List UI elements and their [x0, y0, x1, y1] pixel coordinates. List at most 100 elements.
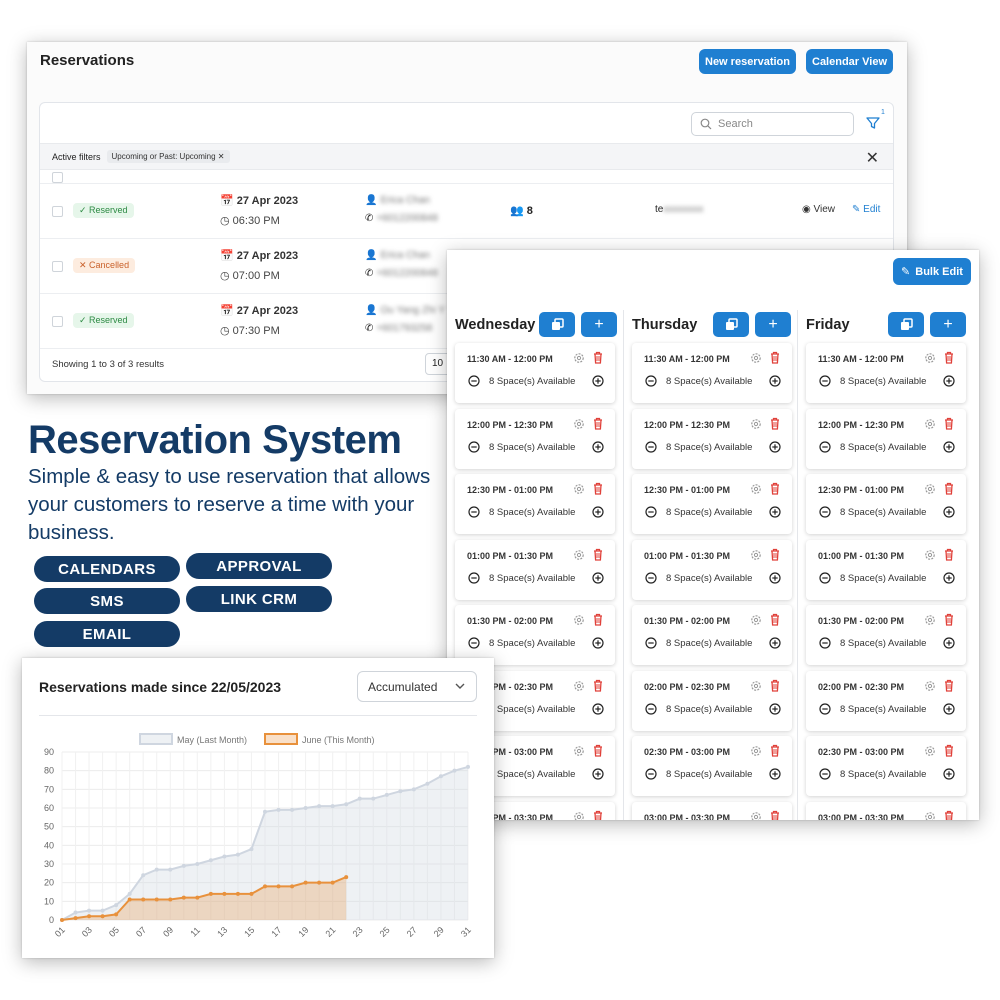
- trash-icon[interactable]: [943, 613, 955, 626]
- gear-icon[interactable]: [750, 811, 762, 821]
- trash-icon[interactable]: [943, 417, 955, 430]
- plus-circle-icon[interactable]: [592, 571, 604, 584]
- table-row[interactable]: ✓ Reserved 📅 27 Apr 2023 ◷ 06:30 PM 👤 Er…: [40, 183, 893, 238]
- time-slot-card[interactable]: 12:00 PM - 12:30 PM 8 Space(s) Available: [806, 408, 966, 469]
- plus-circle-icon[interactable]: [592, 637, 604, 649]
- plus-circle-icon[interactable]: [769, 768, 781, 780]
- time-slot-card[interactable]: 01:00 PM - 01:30 PM 8 Space(s) Available: [632, 539, 792, 600]
- time-slot-card[interactable]: 11:30 AM - 12:00 PM 8 Space(s) Available: [455, 343, 615, 403]
- plus-circle-icon[interactable]: [769, 637, 781, 649]
- gear-icon[interactable]: [924, 418, 936, 430]
- copy-day-button[interactable]: [888, 312, 924, 337]
- trash-icon[interactable]: [769, 417, 781, 430]
- gear-icon[interactable]: [924, 811, 936, 821]
- trash-icon[interactable]: [943, 548, 955, 561]
- time-slot-card[interactable]: 03:00 PM - 03:30 PM8 Space(s) Available: [806, 801, 966, 821]
- plus-circle-icon[interactable]: [592, 702, 604, 715]
- time-slot-card[interactable]: 02:00 PM - 02:30 PM 8 Space(s) Available: [632, 670, 792, 731]
- plus-circle-icon[interactable]: [943, 768, 955, 780]
- accumulation-select[interactable]: Accumulated: [357, 671, 477, 702]
- time-slot-card[interactable]: 12:00 PM - 12:30 PM 8 Space(s) Available: [632, 408, 792, 469]
- minus-circle-icon[interactable]: [819, 506, 831, 518]
- gear-icon[interactable]: [750, 614, 762, 626]
- gear-icon[interactable]: [573, 680, 585, 692]
- time-slot-card[interactable]: 12:30 PM - 01:00 PM 8 Space(s) Available: [806, 474, 966, 534]
- gear-icon[interactable]: [573, 418, 585, 430]
- trash-icon[interactable]: [769, 679, 781, 692]
- time-slot-card[interactable]: 03:00 PM - 03:30 PM8 Space(s) Available: [632, 801, 792, 821]
- minus-circle-icon[interactable]: [819, 637, 831, 649]
- add-slot-button[interactable]: +: [755, 312, 791, 337]
- trash-icon[interactable]: [943, 351, 955, 364]
- minus-circle-icon[interactable]: [819, 440, 831, 453]
- minus-circle-icon[interactable]: [468, 571, 480, 584]
- time-slot-card[interactable]: 12:30 PM - 01:00 PM 8 Space(s) Available: [632, 474, 792, 534]
- edit-link[interactable]: ✎ Edit: [852, 204, 880, 215]
- row-checkbox[interactable]: [52, 316, 63, 327]
- time-slot-card[interactable]: 12:30 PM - 01:00 PM 8 Space(s) Available: [455, 474, 615, 534]
- gear-icon[interactable]: [750, 483, 762, 495]
- minus-circle-icon[interactable]: [819, 375, 831, 387]
- minus-circle-icon[interactable]: [468, 506, 480, 518]
- gear-icon[interactable]: [573, 483, 585, 495]
- remove-filter-icon[interactable]: ✕: [218, 152, 225, 161]
- trash-icon[interactable]: [769, 744, 781, 757]
- plus-circle-icon[interactable]: [769, 702, 781, 715]
- time-slot-card[interactable]: 11:30 AM - 12:00 PM 8 Space(s) Available: [632, 343, 792, 403]
- gear-icon[interactable]: [924, 352, 936, 364]
- copy-day-button[interactable]: [713, 312, 749, 337]
- minus-circle-icon[interactable]: [645, 506, 657, 518]
- minus-circle-icon[interactable]: [468, 440, 480, 453]
- gear-icon[interactable]: [924, 549, 936, 561]
- row-checkbox[interactable]: [52, 261, 63, 272]
- gear-icon[interactable]: [750, 418, 762, 430]
- plus-circle-icon[interactable]: [592, 375, 604, 387]
- gear-icon[interactable]: [573, 614, 585, 626]
- plus-circle-icon[interactable]: [769, 375, 781, 387]
- gear-icon[interactable]: [750, 352, 762, 364]
- plus-circle-icon[interactable]: [943, 506, 955, 518]
- plus-circle-icon[interactable]: [592, 440, 604, 453]
- time-slot-card[interactable]: 02:00 PM - 02:30 PM 8 Space(s) Available: [806, 670, 966, 731]
- minus-circle-icon[interactable]: [645, 702, 657, 715]
- trash-icon[interactable]: [769, 613, 781, 626]
- view-link[interactable]: ◉ View: [802, 204, 835, 215]
- plus-circle-icon[interactable]: [943, 571, 955, 584]
- trash-icon[interactable]: [592, 482, 604, 495]
- trash-icon[interactable]: [943, 679, 955, 692]
- minus-circle-icon[interactable]: [819, 571, 831, 584]
- plus-circle-icon[interactable]: [769, 506, 781, 518]
- trash-icon[interactable]: [769, 482, 781, 495]
- time-slot-card[interactable]: 01:00 PM - 01:30 PM 8 Space(s) Available: [806, 539, 966, 600]
- filter-chip[interactable]: Upcoming or Past: Upcoming ✕: [106, 150, 230, 163]
- time-slot-card[interactable]: 02:30 PM - 03:00 PM 8 Space(s) Available: [806, 736, 966, 796]
- plus-circle-icon[interactable]: [769, 440, 781, 453]
- trash-icon[interactable]: [592, 744, 604, 757]
- gear-icon[interactable]: [750, 745, 762, 757]
- gear-icon[interactable]: [573, 745, 585, 757]
- minus-circle-icon[interactable]: [468, 375, 480, 387]
- minus-circle-icon[interactable]: [819, 702, 831, 715]
- minus-circle-icon[interactable]: [645, 637, 657, 649]
- trash-icon[interactable]: [592, 810, 604, 821]
- plus-circle-icon[interactable]: [943, 375, 955, 387]
- trash-icon[interactable]: [943, 482, 955, 495]
- gear-icon[interactable]: [573, 352, 585, 364]
- trash-icon[interactable]: [592, 417, 604, 430]
- trash-icon[interactable]: [769, 351, 781, 364]
- plus-circle-icon[interactable]: [943, 440, 955, 453]
- add-slot-button[interactable]: +: [930, 312, 966, 337]
- add-slot-button[interactable]: +: [581, 312, 617, 337]
- gear-icon[interactable]: [924, 745, 936, 757]
- filter-icon[interactable]: [865, 115, 881, 131]
- gear-icon[interactable]: [573, 811, 585, 821]
- time-slot-card[interactable]: 12:00 PM - 12:30 PM 8 Space(s) Available: [455, 408, 615, 469]
- plus-circle-icon[interactable]: [592, 506, 604, 518]
- trash-icon[interactable]: [592, 351, 604, 364]
- plus-circle-icon[interactable]: [943, 637, 955, 649]
- plus-circle-icon[interactable]: [943, 702, 955, 715]
- minus-circle-icon[interactable]: [645, 571, 657, 584]
- trash-icon[interactable]: [943, 744, 955, 757]
- time-slot-card[interactable]: 01:30 PM - 02:00 PM 8 Space(s) Available: [632, 605, 792, 665]
- plus-circle-icon[interactable]: [769, 571, 781, 584]
